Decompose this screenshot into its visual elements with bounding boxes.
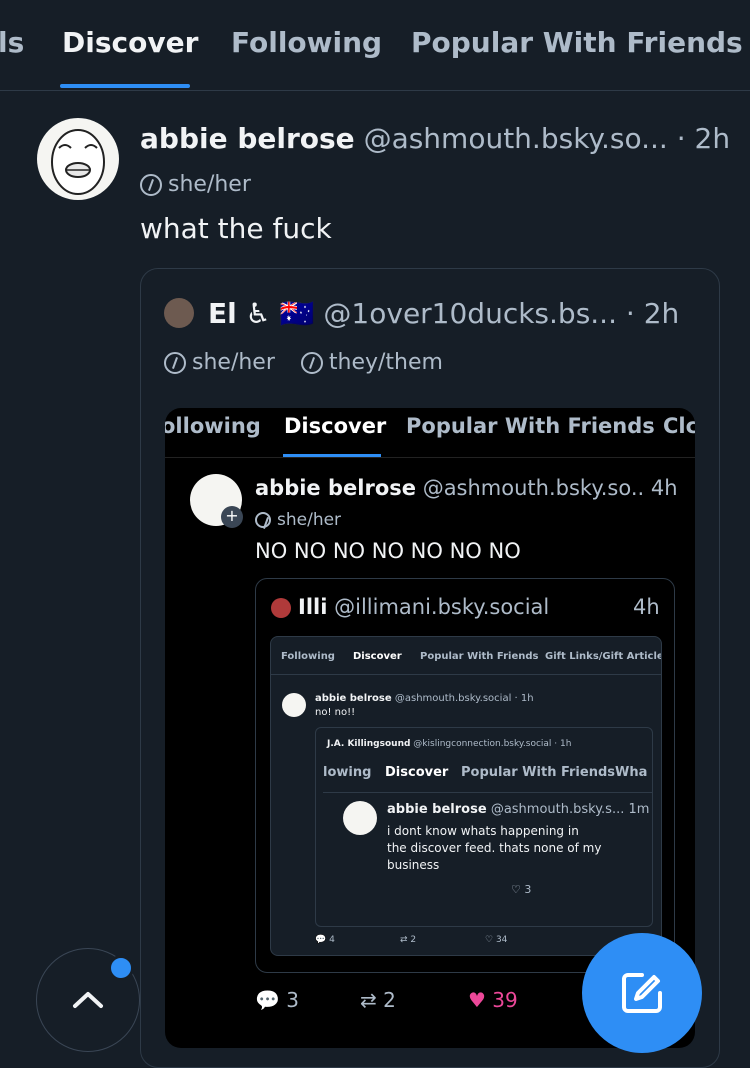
tab-discover: Discover — [284, 414, 387, 438]
author-handle: @1over10ducks.bs... — [323, 297, 617, 330]
chevron-up-icon — [73, 992, 103, 1008]
post-text: no! no!! — [315, 707, 356, 718]
pronoun-badge: she/her — [255, 510, 341, 530]
tab-next: Wha — [615, 765, 648, 780]
repost-count: 2 — [383, 988, 396, 1012]
pronoun-label: she/her — [192, 350, 275, 375]
author-handle: @illimani.bsky.social — [334, 595, 550, 619]
pronoun-badge: she/her — [140, 172, 720, 197]
pronoun-label: she/her — [168, 172, 251, 197]
author-name: abbie belrose — [387, 802, 487, 817]
active-tab-indicator — [283, 454, 381, 457]
pronoun-icon — [140, 173, 162, 196]
author-handle[interactable]: @ashmouth.bsky.so... — [364, 122, 668, 155]
new-posts-indicator — [108, 955, 134, 981]
feed-tab-bar: ls Discover Following Popular With Frien… — [0, 0, 750, 91]
author-name[interactable]: abbie belrose — [140, 122, 355, 155]
post-text: i dont know whats happening in the disco… — [387, 824, 602, 872]
feed-tab-bar: Following Discover Popular With Friends … — [271, 637, 662, 675]
tab-discover[interactable]: Discover — [62, 26, 198, 59]
post-time: 4h — [633, 595, 660, 619]
post-text: NO NO NO NO NO NO NO — [255, 539, 521, 563]
author-name: abbie belrose — [315, 693, 392, 704]
quoted-post-header: J.A. Killingsound @kislingconnection.bsk… — [327, 739, 571, 749]
pronoun-label: she/her — [277, 510, 342, 530]
avatar — [282, 693, 306, 717]
post-time: 4h — [650, 476, 678, 500]
author-handle: @ashmouth.bsky.s... 1m — [490, 802, 650, 817]
repost-count: ⇄ 2 — [400, 935, 417, 945]
post-header: abbie belrose @ashmouth.bsky.so.. 4h — [255, 476, 678, 500]
embedded-screenshot-nested: Following Discover Popular With Friends … — [270, 636, 662, 956]
post-header: abbie belrose @ashmouth.bsky.so... · 2h — [140, 122, 730, 155]
avatar[interactable] — [37, 118, 119, 200]
author-handle: @kislingconnection.bsky.social · 1h — [413, 739, 572, 749]
quoted-post-header: Illi @illimani.bsky.social — [298, 595, 549, 619]
repost-button: ⇄ 2 — [360, 988, 396, 1012]
like-count: ♡ 3 — [511, 883, 532, 896]
tab-following[interactable]: Following — [231, 26, 382, 59]
post-time: · 2h — [625, 297, 680, 330]
post-actions: 💬 4 ⇄ 2 ♡ 34 — [315, 935, 507, 945]
pronoun-icon — [164, 351, 186, 374]
post-time: · 2h — [676, 122, 731, 155]
author-name: J.A. Killingsound — [327, 739, 411, 749]
tab-following: lowing — [323, 765, 372, 780]
pronoun-label: they/them — [328, 350, 443, 375]
reply-count: 3 — [286, 988, 299, 1012]
author-name: Illi — [298, 595, 328, 619]
avatar — [164, 298, 194, 328]
tab-following: Following — [281, 651, 335, 662]
follow-plus-icon: + — [221, 506, 243, 528]
active-tab-indicator — [60, 84, 190, 88]
reply-button: 💬 3 — [255, 988, 299, 1012]
tab-popular-with-friends: Popular With Friends — [406, 414, 655, 438]
tab-popular-with-friends[interactable]: Popular With Friends — [411, 26, 743, 59]
post-actions: 💬 3 ⇄ 2 ♥ 39 — [255, 988, 518, 1012]
pronoun-icon — [300, 351, 323, 374]
tab-discover: Discover — [353, 651, 402, 662]
author-name: abbie belrose — [255, 476, 416, 500]
like-button: ♥ 39 — [468, 988, 518, 1012]
tab-following: ollowing — [165, 414, 261, 438]
author-handle: @ashmouth.bsky.so.. — [422, 476, 645, 500]
tab-previous[interactable]: ls — [0, 26, 24, 59]
post-text: what the fuck — [140, 212, 332, 245]
tab-gift-links: Gift Links/Gift Articles — [545, 651, 662, 662]
compose-button[interactable] — [582, 933, 702, 1053]
pronoun-icon — [255, 512, 271, 528]
pronoun-row: she/her they/them — [164, 350, 744, 375]
like-count: 39 — [492, 988, 518, 1012]
feed-tab-bar: ollowing Discover Popular With Friends C… — [165, 408, 695, 458]
reply-count: 💬 4 — [315, 935, 335, 945]
quoted-post-header: El ♿ 🇦🇺 @1over10ducks.bs... · 2h — [208, 297, 750, 330]
avatar — [271, 598, 291, 618]
tab-popular-with-friends: Popular With Friends — [420, 651, 539, 662]
feed-tab-bar: lowing Discover Popular With Friends Wha — [323, 761, 653, 793]
author-emoji: ♿ 🇦🇺 — [245, 297, 315, 330]
tab-next: Clc — [663, 414, 695, 438]
like-count: ♡ 34 — [485, 935, 508, 945]
avatar — [343, 801, 377, 835]
tab-discover: Discover — [385, 765, 449, 780]
compose-icon — [622, 973, 662, 1013]
author-name: El — [208, 297, 237, 330]
post-header: abbie belrose @ashmouth.bsky.s... 1m — [387, 802, 649, 817]
tab-popular-with-friends: Popular With Friends — [461, 765, 616, 780]
author-handle: @ashmouth.bsky.social · 1h — [394, 693, 534, 704]
post-header: abbie belrose @ashmouth.bsky.social · 1h — [315, 693, 534, 704]
